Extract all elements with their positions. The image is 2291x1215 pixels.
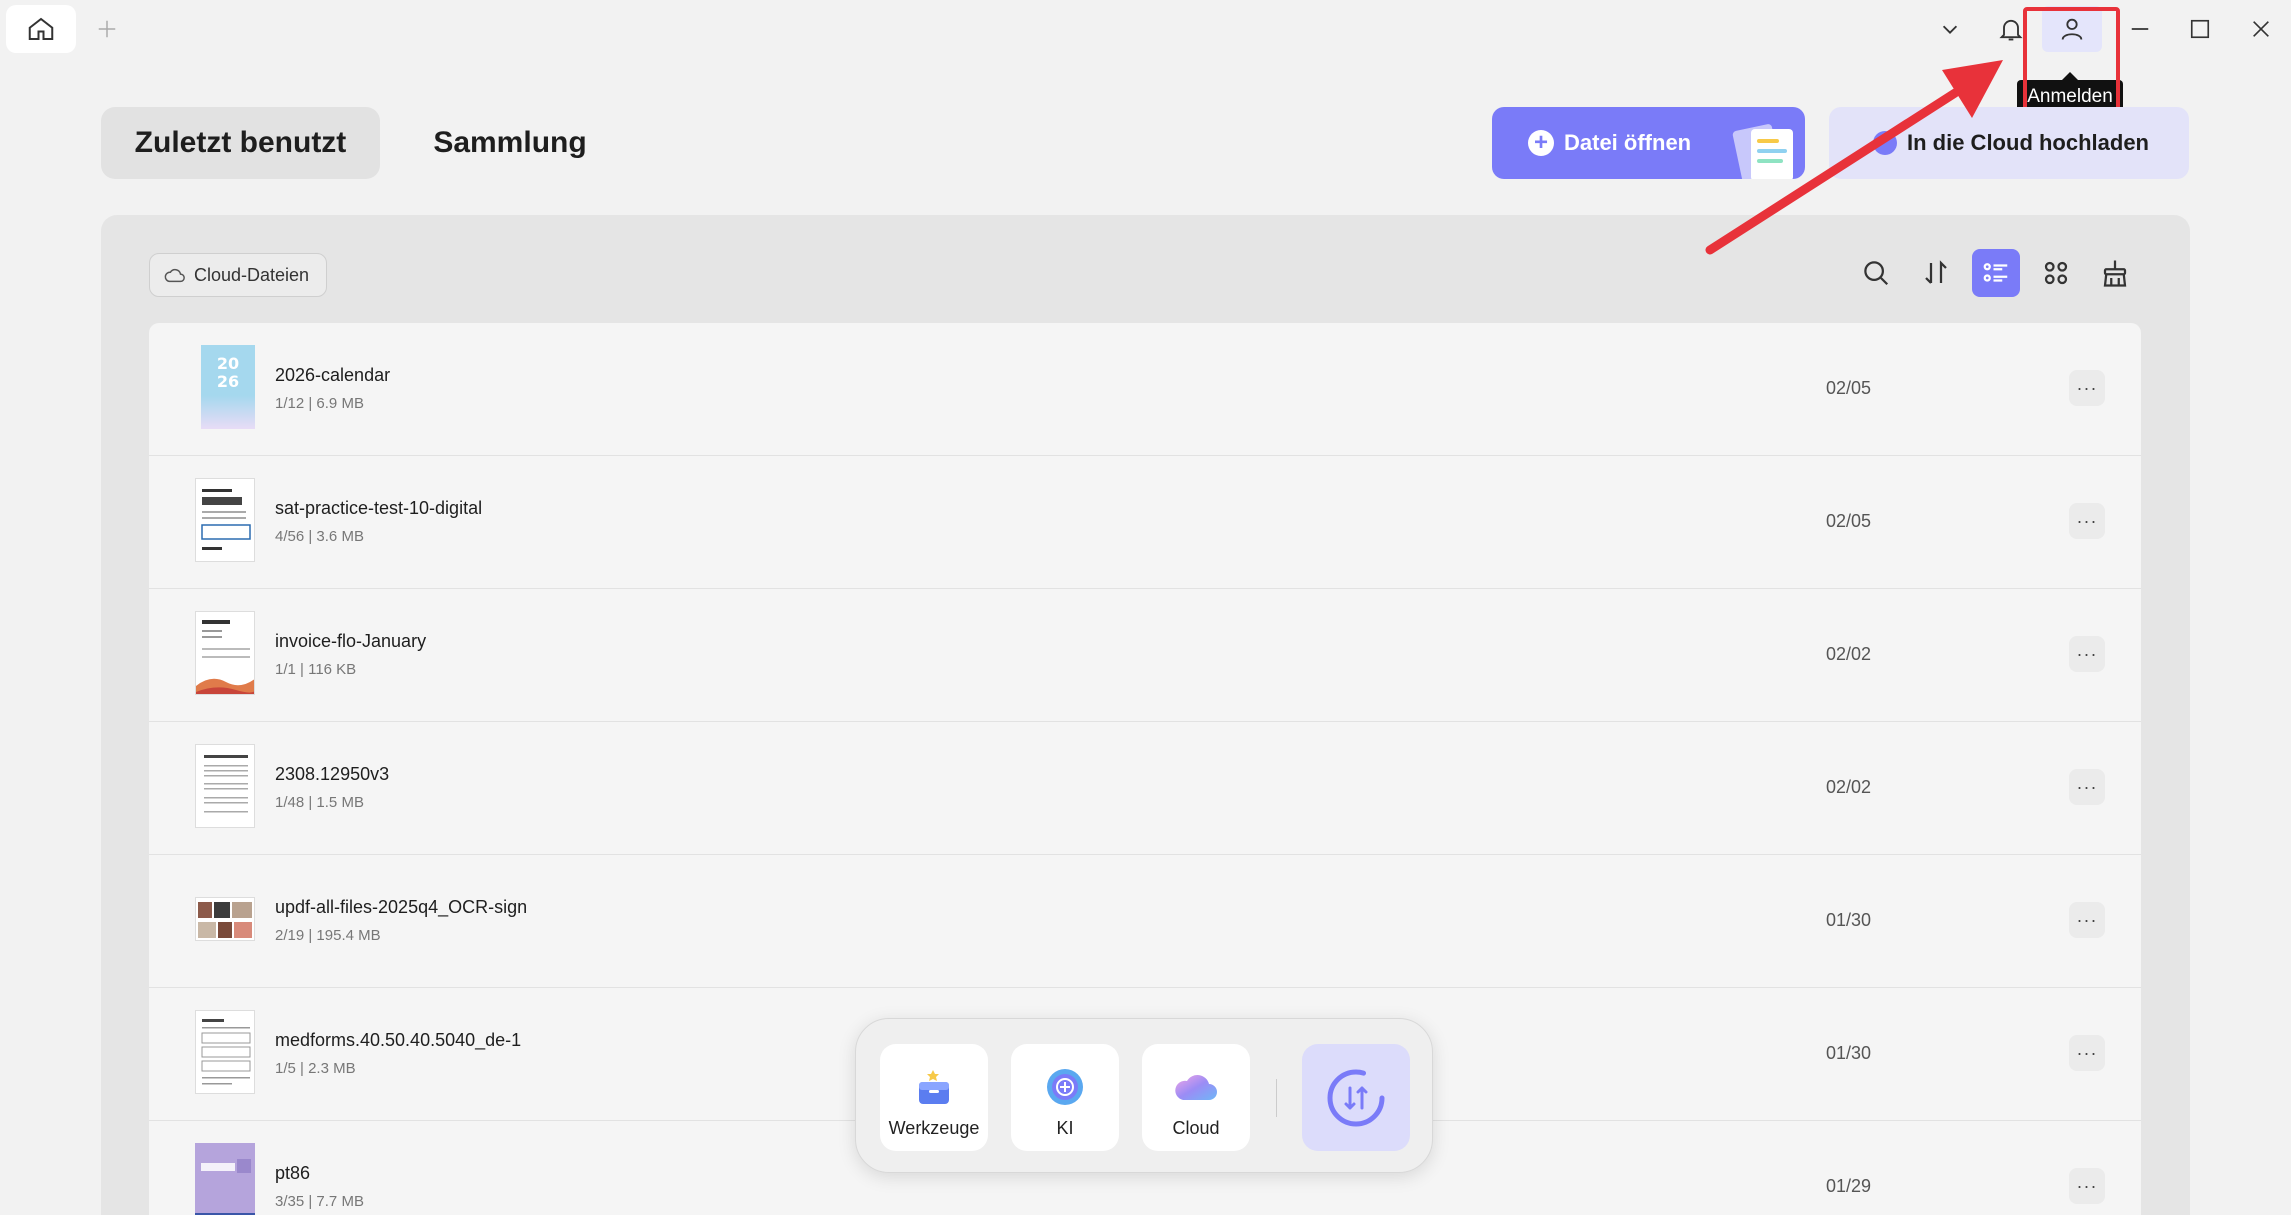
bottom-dock: Werkzeuge KI Cloud (855, 1018, 1433, 1173)
clean-button[interactable] (2091, 249, 2139, 297)
tools-button[interactable]: Werkzeuge (880, 1044, 988, 1151)
more-options-button[interactable]: ··· (2069, 636, 2105, 672)
file-meta: 3/35 | 7.7 MB (275, 1193, 364, 1210)
more-options-button[interactable]: ··· (2069, 1035, 2105, 1071)
file-name: invoice-flo-January (275, 631, 427, 651)
file-thumbnail (195, 897, 255, 941)
file-name: sat-practice-test-10-digital (275, 498, 483, 518)
file-meta: 1/5 | 2.3 MB (275, 1060, 356, 1077)
list-view-icon (1983, 263, 2008, 282)
table-row[interactable]: 2308.12950v3 1/48 | 1.5 MB 02/02 ··· (149, 722, 2141, 855)
file-meta: 1/48 | 1.5 MB (275, 794, 364, 811)
search-button[interactable] (1852, 249, 1900, 297)
upload-cloud-label: In die Cloud hochladen (1907, 130, 2149, 155)
more-options-button[interactable]: ··· (2069, 370, 2105, 406)
tab-recent[interactable]: Zuletzt benutzt (101, 107, 380, 179)
cloud-files-label: Cloud-Dateien (194, 264, 310, 285)
svg-text:20: 20 (217, 354, 239, 373)
file-meta: 1/12 | 6.9 MB (275, 395, 364, 412)
home-icon (28, 17, 54, 40)
dropdown-button[interactable] (1923, 6, 1977, 52)
convert-button[interactable] (1302, 1044, 1410, 1151)
tools-label: Werkzeuge (888, 1118, 980, 1138)
file-date: 01/30 (1826, 910, 1872, 930)
file-thumbnail (195, 744, 255, 828)
close-button[interactable] (2233, 6, 2289, 52)
maximize-icon (2190, 19, 2210, 39)
file-thumbnail (195, 611, 255, 695)
bell-icon (1999, 19, 2023, 41)
sort-button[interactable] (1912, 249, 1960, 297)
cloud-icon (1175, 1075, 1217, 1100)
file-thumbnail (195, 1143, 255, 1215)
file-thumbnail (195, 478, 255, 562)
more-options-button[interactable]: ··· (2069, 769, 2105, 805)
open-file-label: Datei öffnen (1564, 130, 1692, 155)
ai-button[interactable]: KI (1011, 1044, 1119, 1151)
list-view-button[interactable] (1972, 249, 2020, 297)
documents-decoration-icon (1732, 124, 1793, 179)
maximize-button[interactable] (2172, 6, 2228, 52)
minimize-button[interactable] (2112, 6, 2168, 52)
broom-icon (2103, 260, 2127, 287)
cloud-upload-icon (1873, 131, 1897, 155)
search-icon (1864, 261, 1889, 286)
table-row[interactable]: sat-practice-test-10-digital 4/56 | 3.6 … (149, 456, 2141, 589)
notifications-button[interactable] (1984, 6, 2038, 52)
dock-divider (1276, 1079, 1277, 1117)
user-icon (2061, 18, 2083, 40)
file-name: 2308.12950v3 (275, 764, 390, 784)
account-button[interactable] (2042, 6, 2102, 52)
toolbox-icon (919, 1070, 949, 1104)
cloud-files-button[interactable]: Cloud-Dateien (149, 253, 327, 297)
file-date: 02/02 (1826, 777, 1872, 797)
open-file-button[interactable]: + Datei öffnen (1492, 107, 1805, 179)
minimize-icon (2131, 28, 2149, 30)
cloud-icon (164, 268, 185, 283)
cloud-button[interactable]: Cloud (1142, 1044, 1250, 1151)
title-bar (0, 0, 2291, 58)
ai-assistant-icon (1047, 1069, 1083, 1105)
file-name: 2026-calendar (275, 365, 391, 385)
table-row[interactable]: 20 26 2026-calendar 1/12 | 6.9 MB 02/05 ·… (149, 323, 2141, 456)
home-tab[interactable] (6, 5, 76, 53)
new-tab-button[interactable] (92, 12, 122, 46)
file-thumbnail: 20 26 (201, 345, 255, 429)
upload-cloud-button[interactable]: In die Cloud hochladen (1829, 107, 2189, 179)
ai-label: KI (1056, 1118, 1074, 1138)
file-date: 02/05 (1826, 511, 1872, 531)
file-name: medforms.40.50.40.5040_de-1 (275, 1030, 522, 1050)
file-thumbnail (195, 1010, 255, 1094)
more-options-button[interactable]: ··· (2069, 1168, 2105, 1204)
file-meta: 1/1 | 116 KB (275, 661, 357, 678)
plus-icon (98, 20, 116, 38)
chevron-down-icon (1942, 25, 1958, 34)
convert-icon (1327, 1069, 1385, 1126)
cloud-label: Cloud (1172, 1118, 1220, 1138)
file-meta: 2/19 | 195.4 MB (275, 927, 381, 944)
file-name: pt86 (275, 1163, 311, 1183)
table-row[interactable]: updf-all-files-2025q4_OCR-sign 2/19 | 19… (149, 855, 2141, 988)
plus-circle-icon: + (1528, 130, 1554, 156)
tab-collection[interactable]: Sammlung (400, 107, 620, 179)
more-options-button[interactable]: ··· (2069, 503, 2105, 539)
file-date: 01/30 (1826, 1043, 1872, 1063)
sort-icon (1925, 260, 1947, 284)
close-icon (2253, 21, 2269, 37)
file-name: updf-all-files-2025q4_OCR-sign (275, 897, 528, 917)
grid-view-button[interactable] (2032, 249, 2080, 297)
more-options-button[interactable]: ··· (2069, 902, 2105, 938)
file-date: 01/29 (1826, 1176, 1872, 1196)
file-meta: 4/56 | 3.6 MB (275, 528, 364, 545)
file-date: 02/02 (1826, 644, 1872, 664)
grid-view-icon (2044, 261, 2068, 285)
table-row[interactable]: invoice-flo-January 1/1 | 116 KB 02/02 ·… (149, 589, 2141, 722)
svg-text:26: 26 (217, 372, 239, 391)
file-date: 02/05 (1826, 378, 1872, 398)
